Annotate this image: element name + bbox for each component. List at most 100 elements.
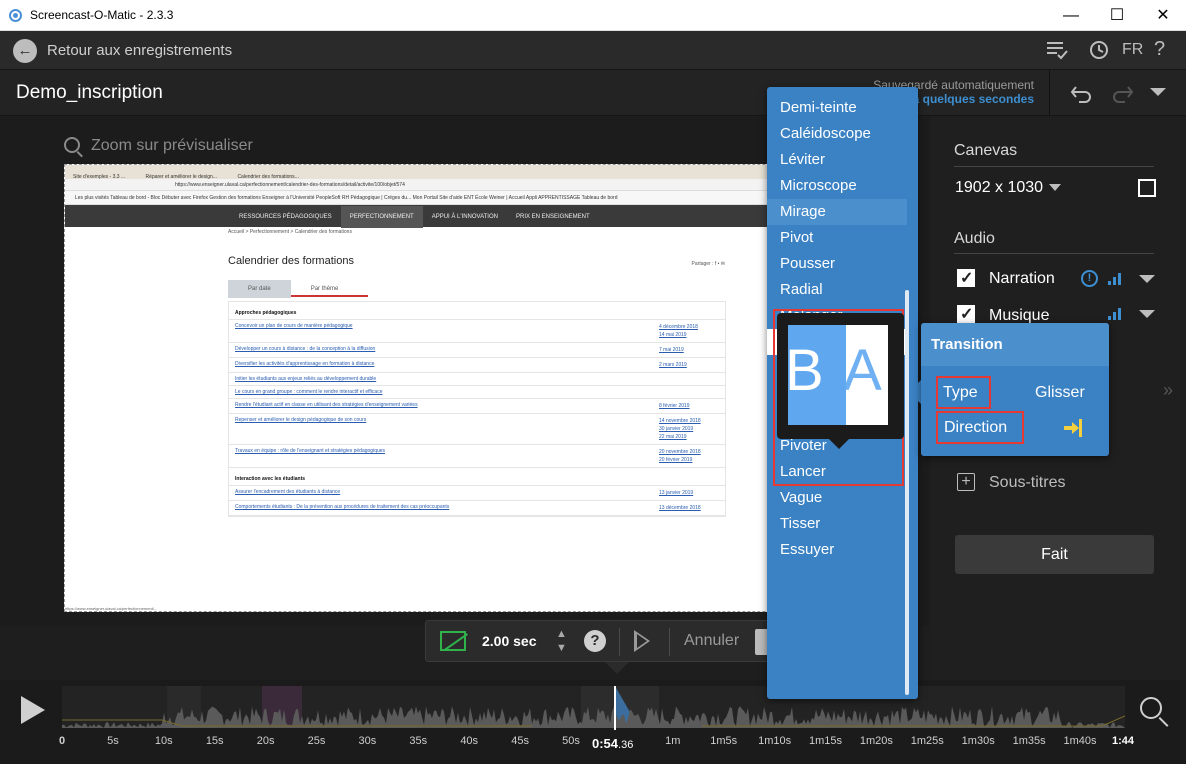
course-dates[interactable]: 14 novembre 2018 30 janvier 2019 22 mai …	[659, 417, 719, 441]
dropdown-scrollbar[interactable]	[905, 290, 909, 695]
more-options-chevron-icon[interactable]	[1150, 88, 1166, 98]
course-title[interactable]: Concevoir un plan de cours de manière pé…	[235, 323, 659, 339]
table-row[interactable]: Initier les étudiants aux enjeux reliés …	[229, 373, 725, 386]
canvas-size-dropdown[interactable]: 1902 x 1030	[955, 179, 1062, 197]
transition-option[interactable]: Mirage	[767, 199, 907, 225]
course-title[interactable]: Le cours en grand groupe : comment le re…	[235, 389, 659, 395]
transition-option[interactable]: Caléidoscope	[767, 121, 907, 147]
narration-checkbox[interactable]	[957, 268, 975, 288]
canvas-checkbox[interactable]	[1138, 179, 1156, 197]
project-title[interactable]: Demo_inscription	[16, 82, 163, 104]
chevron-down-icon[interactable]	[1139, 275, 1155, 285]
canvas-heading: Canevas	[954, 142, 1018, 159]
course-dates[interactable]: 8 février 2019	[659, 402, 719, 410]
volume-bars-icon[interactable]	[1108, 308, 1122, 320]
course-title[interactable]: Développer un cours à distance : de la c…	[235, 346, 659, 354]
table-row[interactable]: Repenser et améliorer le design pédagogi…	[229, 414, 725, 445]
chevron-down-icon[interactable]: ▼	[556, 641, 567, 655]
music-checkbox[interactable]	[957, 304, 975, 324]
undo-icon[interactable]	[1070, 82, 1094, 104]
collapse-panel-chevron-icon[interactable]: »	[1163, 380, 1173, 401]
direction-right-icon[interactable]	[1064, 419, 1082, 437]
minimize-button[interactable]: —	[1048, 0, 1094, 31]
transition-option[interactable]: Demi-teinte	[767, 95, 907, 121]
chevron-up-icon[interactable]: ▲	[556, 627, 567, 641]
timeline-tick-label: 45s	[511, 735, 529, 747]
transition-option[interactable]: Pousser	[767, 251, 907, 277]
cancel-button[interactable]: Annuler	[684, 632, 739, 650]
language-button[interactable]: FR	[1122, 41, 1143, 59]
transition-option[interactable]: Vague	[767, 485, 907, 511]
add-subtitles-icon[interactable]: +	[957, 473, 975, 491]
back-arrow-icon[interactable]	[13, 39, 37, 63]
course-title[interactable]: Initier les étudiants aux enjeux reliés …	[235, 376, 659, 382]
tooltip-arrow	[829, 439, 849, 449]
thumbnail-letter: A	[843, 338, 882, 403]
play-icon[interactable]	[21, 696, 45, 724]
table-row[interactable]: Concevoir un plan de cours de manière pé…	[229, 320, 725, 343]
course-dates[interactable]: 4 décembre 2018 14 mai 2019	[659, 323, 719, 339]
zoom-search-icon[interactable]	[64, 137, 80, 153]
preview-breadcrumb: Accueil > Perfectionnement > Calendrier …	[228, 229, 352, 235]
timeline-zoom-icon[interactable]	[1140, 697, 1162, 719]
help-icon[interactable]: ?	[584, 630, 606, 652]
course-title[interactable]: Comportements étudiants : De la préventi…	[235, 504, 659, 512]
transition-option[interactable]: Essuyer	[767, 537, 907, 563]
preview-nav-item: PERFECTIONNEMENT	[340, 206, 423, 228]
course-title[interactable]: Travaux en équipe : rôle de l'enseignant…	[235, 448, 659, 464]
course-title: Approches pédagogiques	[235, 310, 297, 316]
course-dates[interactable]: 2 mars 2019	[659, 361, 719, 369]
duration-stepper[interactable]: ▲ ▼	[556, 627, 567, 655]
timeline-tick-label: 50s	[562, 735, 580, 747]
transition-option[interactable]: Tisser	[767, 511, 907, 537]
back-to-recordings-link[interactable]: Retour aux enregistrements	[47, 42, 232, 59]
table-row[interactable]: Rendre l'étudiant actif en classe en uti…	[229, 399, 725, 414]
course-dates[interactable]: 20 novembre 2018 20 février 2019	[659, 448, 719, 464]
redo-icon[interactable]	[1110, 82, 1134, 104]
transition-type-value[interactable]: Glisser	[1035, 384, 1085, 402]
course-title[interactable]: Repenser et améliorer le design pédagogi…	[235, 417, 659, 441]
course-dates[interactable]: 13 décembre 2018	[659, 504, 719, 512]
course-title[interactable]: Rendre l'étudiant actif en classe en uti…	[235, 402, 659, 410]
transition-popup-header: Transition	[921, 323, 1109, 366]
timeline-tick-label: 5s	[107, 735, 119, 747]
course-dates[interactable]	[659, 310, 719, 316]
course-dates[interactable]: 7 mai 2019	[659, 346, 719, 354]
course-dates[interactable]	[659, 476, 719, 482]
duration-value[interactable]: 2.00 sec	[482, 633, 537, 649]
chevron-down-icon[interactable]	[1139, 310, 1155, 320]
transition-option[interactable]: Radial	[767, 277, 907, 303]
help-button[interactable]: ?	[1154, 38, 1165, 61]
warning-info-icon[interactable]: !	[1081, 270, 1098, 287]
close-button[interactable]: ✕	[1140, 0, 1186, 31]
course-dates[interactable]	[659, 389, 719, 395]
course-dates[interactable]	[659, 376, 719, 382]
checklist-icon[interactable]	[1046, 40, 1068, 60]
project-bar-divider	[1049, 70, 1050, 116]
course-dates[interactable]: 13 janvier 2019	[659, 489, 719, 497]
table-row[interactable]: Le cours en grand groupe : comment le re…	[229, 386, 725, 399]
history-icon[interactable]	[1087, 39, 1109, 61]
zoom-preview-label[interactable]: Zoom sur prévisualiser	[91, 137, 253, 155]
volume-bars-icon[interactable]	[1108, 273, 1122, 285]
audio-waveform	[62, 706, 1125, 728]
table-row[interactable]: Diversifier les activités d'apprentissag…	[229, 358, 725, 373]
course-title[interactable]: Diversifier les activités d'apprentissag…	[235, 361, 659, 369]
timeline-track[interactable]	[62, 686, 1125, 728]
transition-popup-title: Transition	[931, 336, 1003, 353]
subtitles-label[interactable]: Sous-titres	[989, 474, 1065, 492]
table-row[interactable]: Travaux en équipe : rôle de l'enseignant…	[229, 445, 725, 468]
maximize-button[interactable]: ☐	[1094, 0, 1140, 31]
preview-seg-tab: Par date	[228, 280, 291, 298]
table-row[interactable]: Assurer l'encadrement des étudiants à di…	[229, 486, 725, 501]
transition-option[interactable]: Pivot	[767, 225, 907, 251]
course-title[interactable]: Assurer l'encadrement des étudiants à di…	[235, 489, 659, 497]
transition-option[interactable]: Microscope	[767, 173, 907, 199]
table-row[interactable]: Comportements étudiants : De la préventi…	[229, 501, 725, 516]
done-button[interactable]: Fait	[955, 535, 1154, 574]
transition-type-icon[interactable]	[440, 631, 466, 651]
transition-option[interactable]: Léviter	[767, 147, 907, 173]
timeline-playhead[interactable]	[614, 686, 617, 730]
table-row[interactable]: Développer un cours à distance : de la c…	[229, 343, 725, 358]
preview-nav-item: APPUI À L'INNOVATION	[431, 214, 498, 220]
